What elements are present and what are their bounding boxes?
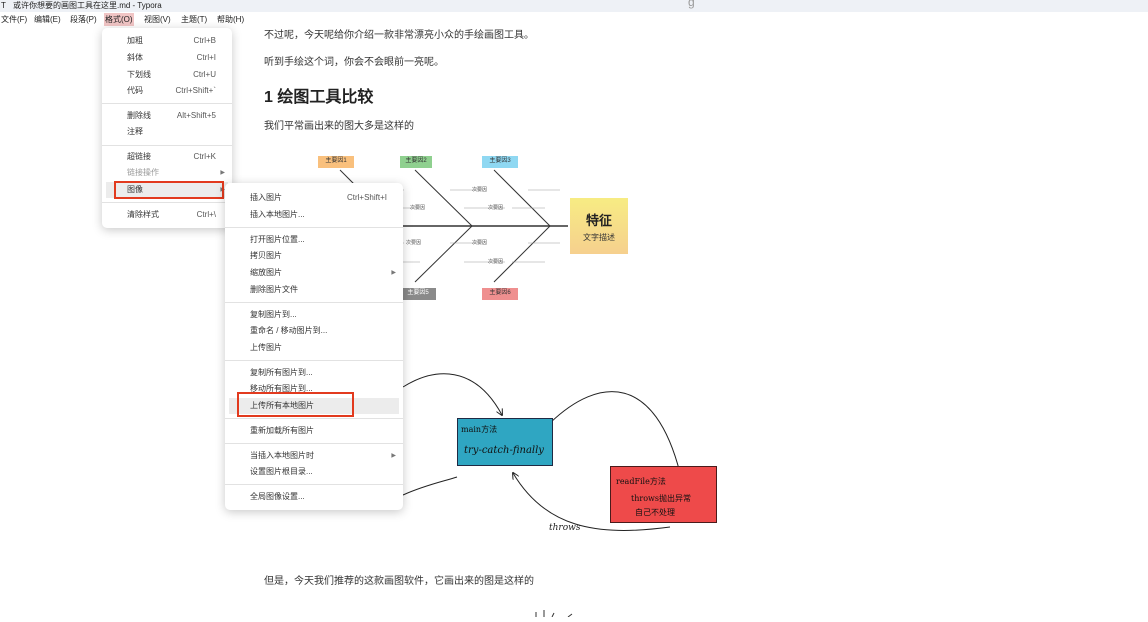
main-method-body: try-catch-finally (464, 445, 544, 456)
menu-item-copy-image-to[interactable]: 复制图片到... (229, 307, 399, 323)
main-cause-1: 主要因1 (318, 156, 354, 168)
sub-cause-label: 次要因 (472, 240, 488, 246)
menu-item-comment[interactable]: 注释 (106, 124, 228, 140)
menu-separator (102, 202, 232, 203)
menu-item-global-image-settings[interactable]: 全局图像设置... (229, 489, 399, 505)
paragraph-usual-diagram: 我们平常画出来的图大多是这样的 (264, 121, 414, 132)
menu-separator (102, 145, 232, 146)
section-heading: 1 绘图工具比较 (264, 89, 374, 106)
menu-view[interactable]: 视图(V) (143, 13, 172, 26)
menu-separator (102, 103, 232, 104)
menu-item-upload-image[interactable]: 上传图片 (229, 340, 399, 356)
menu-item-reload-all-images[interactable]: 重新加载所有图片 (229, 423, 399, 439)
chevron-right-icon: ▶ (391, 270, 396, 276)
menu-item-when-insert-local-image[interactable]: 当插入本地图片时 ▶ (229, 448, 399, 464)
menu-file[interactable]: 文件(F) (0, 13, 28, 26)
menu-item-set-image-root[interactable]: 设置图片根目录... (229, 464, 399, 480)
main-method-title: main方法 (461, 425, 498, 434)
menu-item-italic[interactable]: 斜体 Ctrl+I (106, 50, 228, 66)
menu-separator (225, 418, 403, 419)
paragraph-handdrawn: 听到手绘这个词，你会不会眼前一亮呢。 (264, 57, 444, 68)
menu-theme[interactable]: 主题(T) (180, 13, 208, 26)
main-cause-5: 主要因5 (400, 288, 436, 300)
sub-cause-label: 次要因 (488, 205, 504, 211)
highlight-box-upload-all (237, 392, 354, 417)
title-bar: T 或许你想要的画图工具在这里.md - Typora g (0, 0, 1148, 12)
feature-box: 特征 文字描述 (570, 198, 628, 254)
menu-paragraph[interactable]: 段落(P) (69, 13, 98, 26)
menu-separator (225, 227, 403, 228)
throws-edge-label: throws (549, 523, 581, 533)
menu-edit[interactable]: 编辑(E) (33, 13, 62, 26)
chevron-right-icon: ▶ (391, 453, 396, 459)
readfile-method-node: readFile方法 throws抛出异常 自己不处理 (610, 466, 717, 523)
readfile-title: readFile方法 (616, 477, 666, 486)
chevron-right-icon: ▶ (220, 170, 225, 176)
menu-separator (225, 302, 403, 303)
highlight-box-image-menu (114, 181, 224, 199)
main-cause-6: 主要因6 (482, 288, 518, 300)
menu-bar: 文件(F) 编辑(E) 段落(P) 格式(O) 视图(V) 主题(T) 帮助(H… (0, 12, 1148, 28)
feature-title: 特征 (585, 213, 612, 228)
menu-item-open-image-location[interactable]: 打开图片位置... (229, 232, 399, 248)
menu-item-hyperlink[interactable]: 超链接 Ctrl+K (106, 149, 228, 165)
menu-format[interactable]: 格式(O) (104, 13, 134, 26)
next-image-top-edge (528, 604, 584, 618)
menu-separator (225, 360, 403, 361)
title-trailing-glyph: g (688, 0, 695, 9)
menu-separator (225, 484, 403, 485)
menu-item-insert-local-image[interactable]: 插入本地图片... (229, 207, 399, 223)
menu-item-insert-image[interactable]: 插入图片 Ctrl+Shift+I (229, 190, 399, 206)
main-method-node: main方法 try-catch-finally (457, 418, 553, 466)
main-cause-2: 主要因2 (400, 156, 432, 168)
paragraph-intro: 不过呢，今天呢给你介绍一款非常漂亮小众的手绘画图工具。 (264, 30, 534, 41)
menu-item-copy-all-images[interactable]: 复制所有图片到... (229, 365, 399, 381)
menu-item-bold[interactable]: 加粗 Ctrl+B (106, 33, 228, 49)
menu-item-rename-move-image[interactable]: 重命名 / 移动图片到... (229, 323, 399, 339)
paragraph-recommended: 但是，今天我们推荐的这款画图软件，它画出来的图是这样的 (264, 576, 534, 587)
menu-item-delete-image-file[interactable]: 删除图片文件 (229, 282, 399, 298)
sub-cause-label: 次要因 (488, 259, 504, 265)
readfile-line2: throws抛出异常 (631, 494, 691, 503)
app-icon: T (1, 1, 6, 10)
sub-cause-label: 次要因 (406, 240, 422, 246)
menu-item-clear-style[interactable]: 清除样式 Ctrl+\ (106, 207, 228, 223)
window-title: 或许你想要的画图工具在这里.md - Typora (13, 1, 162, 10)
menu-item-underline[interactable]: 下划线 Ctrl+U (106, 67, 228, 83)
menu-help[interactable]: 帮助(H) (216, 13, 245, 26)
menu-item-copy-image[interactable]: 拷贝图片 (229, 248, 399, 264)
menu-item-link-actions[interactable]: 链接操作 ▶ (106, 165, 228, 181)
menu-item-strikethrough[interactable]: 删除线 Alt+Shift+5 (106, 108, 228, 124)
feature-description: 文字描述 (583, 233, 615, 242)
menu-item-zoom-image[interactable]: 缩放图片 ▶ (229, 265, 399, 281)
image-submenu: 插入图片 Ctrl+Shift+I 插入本地图片... 打开图片位置... 拷贝图… (225, 183, 403, 510)
main-cause-3: 主要因3 (482, 156, 518, 168)
menu-item-code[interactable]: 代码 Ctrl+Shift+` (106, 83, 228, 99)
sub-cause-label: 次要因 (410, 205, 426, 211)
sub-cause-label: 次要因 (472, 187, 488, 193)
menu-separator (225, 443, 403, 444)
readfile-line3: 自己不处理 (635, 508, 675, 517)
